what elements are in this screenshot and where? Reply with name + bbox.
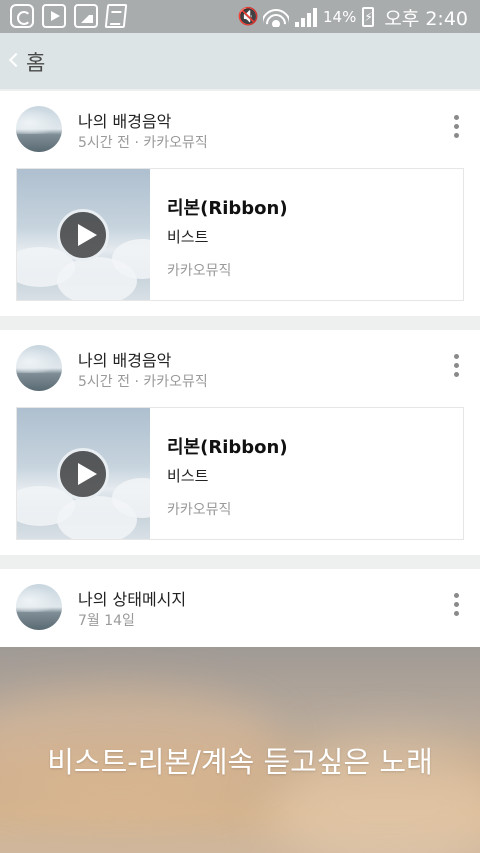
notification-icons [10,4,128,28]
album-cover[interactable] [17,169,150,300]
feed-card: 나의 상태메시지 7월 14일 [0,569,480,647]
status-message-banner[interactable]: 비스트-리본/계속 듣고싶은 노래 [0,647,480,853]
song-title: 리본(Ribbon) [167,437,288,458]
battery-charging-icon: ⚡ [362,7,375,27]
music-card[interactable]: 리본(Ribbon) 비스트 카카오뮤직 [16,407,464,540]
signal-icon [294,7,317,27]
album-cover[interactable] [17,408,150,539]
post-meta: 7월 14일 [78,613,135,629]
play-icon[interactable] [57,209,109,261]
music-card[interactable]: 리본(Ribbon) 비스트 카카오뮤직 [16,168,464,301]
avatar[interactable] [16,106,62,152]
post-author[interactable]: 나의 배경음악 [78,347,171,371]
more-options-icon[interactable] [446,593,466,621]
avatar[interactable] [16,345,62,391]
song-source: 카카오뮤직 [167,502,232,518]
system-icons: 🔇 14% ⚡ 오후 2:40 [238,3,468,31]
wifi-icon [262,7,289,27]
song-source: 카카오뮤직 [167,263,232,279]
app-bar: 홈 [0,33,480,89]
page-title[interactable]: 홈 [26,47,45,77]
play-icon[interactable] [57,448,109,500]
feed-card: 나의 배경음악 5시간 전 · 카카오뮤직 리본(Ribbon) 비스트 카카오… [0,91,480,316]
document-icon [104,4,128,28]
post-author[interactable]: 나의 상태메시지 [78,586,186,610]
song-title: 리본(Ribbon) [167,198,288,219]
g-app-icon [10,4,34,28]
chevron-left-icon[interactable] [8,51,20,69]
battery-percent: 14% [322,8,357,26]
more-options-icon[interactable] [446,354,466,382]
more-options-icon[interactable] [446,115,466,143]
status-bar: 🔇 14% ⚡ 오후 2:40 [0,0,480,33]
post-meta: 5시간 전 · 카카오뮤직 [78,135,208,151]
avatar[interactable] [16,584,62,630]
song-artist: 비스트 [167,467,209,485]
song-artist: 비스트 [167,228,209,246]
status-message-text: 비스트-리본/계속 듣고싶은 노래 [47,745,433,779]
play-store-icon [42,4,66,28]
post-author[interactable]: 나의 배경음악 [78,108,171,132]
mute-icon: 🔇 [237,7,259,27]
feed-card: 나의 배경음악 5시간 전 · 카카오뮤직 리본(Ribbon) 비스트 카카오… [0,330,480,555]
gallery-icon [74,4,98,28]
post-meta: 5시간 전 · 카카오뮤직 [78,374,208,390]
clock: 오후 2:40 [384,7,468,30]
